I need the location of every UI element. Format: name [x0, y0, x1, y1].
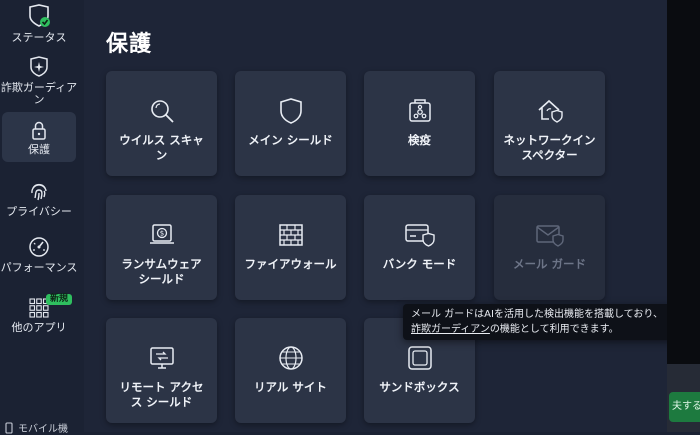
right-action-button[interactable]: 夫する	[669, 392, 700, 422]
mail-shield-icon	[535, 225, 564, 247]
fingerprint-icon	[31, 183, 47, 201]
tile-network-inspector[interactable]: ネットワークイン スペクター	[494, 71, 605, 176]
network-house-icon	[537, 99, 563, 123]
sidebar-item-mobile[interactable]: モバイル機	[4, 420, 68, 435]
sidebar-item-label: 他のアプリ	[11, 321, 67, 334]
tooltip-line-2: 詐欺ガーディアンの機能として利用できます。	[411, 322, 687, 337]
tile-label: ウイルス スキャ ン	[119, 133, 204, 162]
tile-quarantine[interactable]: 検疫	[364, 71, 475, 176]
right-edge-panel: 夫する	[667, 0, 700, 432]
tile-label: ネットワークイン スペクター	[503, 133, 596, 162]
shield-check-icon	[29, 4, 50, 27]
quarantine-icon	[408, 99, 431, 122]
tile-main-shield[interactable]: メイン シールド	[235, 71, 346, 176]
tile-mail-guard[interactable]: メール ガード	[494, 195, 605, 300]
sidebar-item-label: パフォーマンス	[0, 261, 78, 274]
sidebar-item-privacy[interactable]: プライバシー	[0, 180, 78, 218]
tile-label: バンク モード	[382, 257, 457, 271]
sidebar-item-label: ステータス	[11, 31, 67, 44]
tile-label: メール ガード	[512, 257, 586, 271]
sidebar-item-performance[interactable]: パフォーマンス	[0, 236, 78, 274]
sidebar-item-label: プライバシー	[6, 205, 72, 218]
mail-guard-tooltip: メール ガードはAIを活用した検出機能を搭載しており、 詐欺ガーディアンの機能と…	[403, 304, 695, 340]
tile-firewall[interactable]: ファイアウォール	[235, 195, 346, 300]
bank-card-shield-icon	[404, 224, 435, 247]
tile-label: ファイアウォール	[244, 257, 337, 271]
tile-label: リアル サイト	[254, 380, 327, 394]
sidebar-item-protection[interactable]: 保護	[2, 112, 76, 162]
brick-wall-icon	[278, 224, 303, 246]
tooltip-line-2-text: の機能として利用できます。	[489, 324, 619, 335]
shield-sparkle-icon	[30, 56, 48, 77]
sidebar-item-scam-guardian[interactable]: 詐欺ガーディア ン	[0, 56, 78, 106]
tile-ransomware-shield[interactable]: $ ランサムウェア シールド	[106, 195, 217, 300]
sandbox-icon	[407, 346, 432, 370]
remote-monitor-icon	[149, 347, 174, 369]
tile-real-site[interactable]: リアル サイト	[235, 318, 346, 423]
tile-virus-scan[interactable]: ウイルス スキャ ン	[106, 71, 217, 176]
lock-icon	[32, 121, 46, 140]
tile-label: リモート アクセ ス シールド	[119, 380, 204, 409]
tile-label: サンドボックス	[379, 380, 460, 394]
tile-remote-access-shield[interactable]: リモート アクセ ス シールド	[106, 318, 217, 423]
sidebar-item-status[interactable]: ステータス	[0, 4, 78, 44]
gauge-icon	[29, 237, 49, 257]
new-badge: 新規	[46, 294, 73, 305]
sidebar: ステータス 詐欺ガーディア ン 保護 プライバシー パフォーマンス 他のアプリ …	[0, 0, 84, 435]
sidebar-item-label: 詐欺ガーディア ン	[0, 81, 78, 106]
scam-guardian-link[interactable]: 詐欺ガーディアン	[411, 324, 490, 335]
magnifier-icon	[150, 100, 174, 123]
globe-icon	[278, 346, 303, 370]
tile-label: メイン シールド	[248, 133, 333, 147]
tile-bank-mode[interactable]: バンク モード	[364, 195, 475, 300]
tile-label: 検疫	[408, 133, 431, 147]
svg-text:$: $	[159, 230, 163, 238]
ransomware-icon: $	[149, 224, 174, 244]
tooltip-line-1: メール ガードはAIを活用した検出機能を搭載しており、	[411, 309, 663, 320]
shield-icon	[279, 98, 302, 124]
sidebar-item-label: モバイル機	[18, 424, 68, 435]
sidebar-item-label: 保護	[28, 143, 50, 156]
tile-label: ランサムウェア シールド	[121, 257, 202, 286]
page-title: 保護	[106, 32, 153, 57]
